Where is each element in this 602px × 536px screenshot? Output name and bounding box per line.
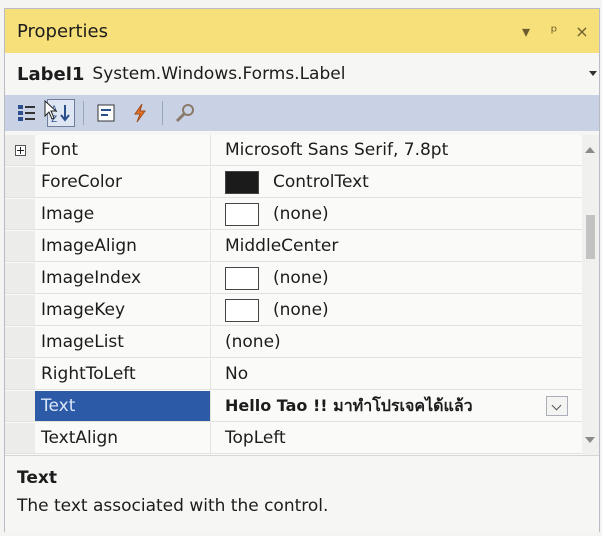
window-position-dropdown-icon[interactable]: ▾ (517, 22, 535, 41)
title-bar: Properties ▾ ᵖ × (5, 9, 599, 53)
object-name: Label1 (17, 63, 85, 85)
property-value[interactable]: TopLeft (211, 423, 582, 453)
property-value-cell[interactable]: Hello Tao !! มาทำโปรเจคได้แล้ว (211, 391, 582, 421)
description-pane: Text The text associated with the contro… (5, 455, 599, 532)
scroll-up-icon[interactable] (585, 147, 595, 153)
property-name: Image (35, 199, 211, 229)
pin-icon[interactable]: ᵖ (545, 22, 563, 41)
window-title: Properties (17, 20, 108, 42)
property-row-image[interactable]: Image (none) (5, 199, 582, 230)
property-value[interactable]: Microsoft Sans Serif, 7.8pt (211, 135, 582, 165)
property-grid: Font Microsoft Sans Serif, 7.8pt ForeCol… (5, 135, 582, 455)
image-swatch (225, 266, 259, 290)
property-row-imagekey[interactable]: ImageKey (none) (5, 295, 582, 326)
property-name: TextAlign (35, 423, 211, 453)
row-gutter (5, 295, 35, 325)
row-gutter (5, 391, 35, 421)
property-row-imagealign[interactable]: ImageAlign MiddleCenter (5, 231, 582, 262)
toolbar-separator (83, 101, 84, 125)
scroll-down-icon[interactable] (585, 437, 595, 443)
property-value: ControlText (273, 172, 369, 192)
property-value-cell[interactable]: ControlText (211, 167, 582, 197)
properties-toolbar: AZ (5, 95, 599, 131)
property-name: ImageIndex (35, 263, 211, 293)
row-gutter (5, 135, 35, 165)
property-value[interactable]: MiddleCenter (211, 231, 582, 261)
toolbar-separator (162, 101, 163, 125)
row-gutter (5, 199, 35, 229)
property-value[interactable]: (none) (211, 327, 582, 357)
property-value-cell[interactable]: (none) (211, 295, 582, 325)
property-row-text[interactable]: Text Hello Tao !! มาทำโปรเจคได้แล้ว (5, 391, 582, 422)
property-name: ForeColor (35, 167, 211, 197)
image-swatch (225, 202, 259, 226)
property-value: (none) (273, 204, 329, 224)
property-value-cell[interactable]: (none) (211, 199, 582, 229)
image-swatch (225, 298, 259, 322)
mouse-cursor-icon (44, 100, 58, 120)
property-value: (none) (273, 300, 329, 320)
row-gutter (5, 167, 35, 197)
property-name: ImageAlign (35, 231, 211, 261)
row-gutter (5, 327, 35, 357)
properties-icon[interactable] (92, 99, 120, 127)
property-name: ImageKey (35, 295, 211, 325)
property-row-textalign[interactable]: TextAlign TopLeft (5, 423, 582, 454)
color-swatch (225, 170, 259, 194)
scrollbar-thumb[interactable] (586, 215, 595, 259)
close-icon[interactable]: × (573, 22, 591, 41)
row-gutter (5, 423, 35, 453)
categorized-icon[interactable] (13, 99, 41, 127)
property-row-righttoleft[interactable]: RightToLeft No (5, 359, 582, 390)
chevron-down-icon[interactable] (587, 69, 597, 79)
description-text: The text associated with the control. (17, 496, 329, 516)
property-row-imageindex[interactable]: ImageIndex (none) (5, 263, 582, 294)
row-gutter (5, 263, 35, 293)
dropdown-button[interactable] (546, 396, 568, 416)
row-gutter (5, 359, 35, 389)
description-title: Text (17, 468, 57, 488)
property-row-forecolor[interactable]: ForeColor ControlText (5, 167, 582, 198)
property-value-cell[interactable]: (none) (211, 263, 582, 293)
property-name: RightToLeft (35, 359, 211, 389)
properties-window: Properties ▾ ᵖ × Label1 System.Windows.F… (4, 8, 600, 532)
property-value: (none) (273, 268, 329, 288)
title-bar-buttons: ▾ ᵖ × (517, 22, 591, 41)
vertical-scrollbar[interactable] (582, 135, 599, 455)
object-type: System.Windows.Forms.Label (92, 64, 346, 84)
property-name: Font (35, 135, 211, 165)
property-pages-icon[interactable] (171, 99, 199, 127)
events-icon[interactable] (126, 99, 154, 127)
object-selector[interactable]: Label1 System.Windows.Forms.Label (5, 55, 599, 93)
property-name: ImageList (35, 327, 211, 357)
property-row-font[interactable]: Font Microsoft Sans Serif, 7.8pt (5, 135, 582, 166)
expand-icon[interactable] (14, 144, 26, 156)
property-value[interactable]: Hello Tao !! มาทำโปรเจคได้แล้ว (225, 394, 473, 419)
property-row-imagelist[interactable]: ImageList (none) (5, 327, 582, 358)
property-name: Text (35, 391, 211, 421)
row-gutter (5, 231, 35, 261)
property-value[interactable]: No (211, 359, 582, 389)
